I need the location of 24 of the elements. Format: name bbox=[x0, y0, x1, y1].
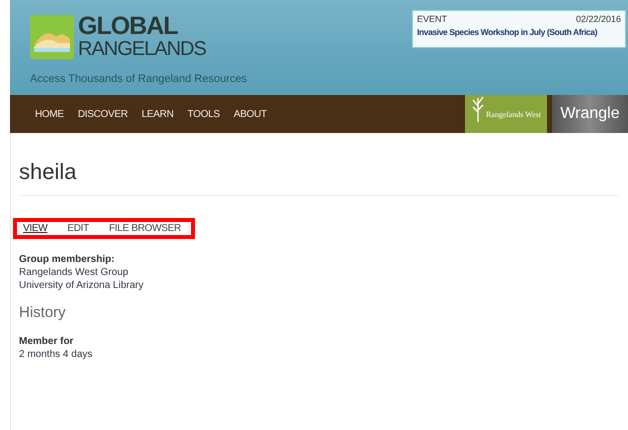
nav-link[interactable]: LEARN bbox=[142, 108, 174, 120]
tab[interactable]: EDIT bbox=[67, 223, 89, 234]
group-name: Rangelands West Group bbox=[19, 266, 130, 279]
tab[interactable]: FILE BROWSER bbox=[108, 223, 181, 234]
group-membership-heading: Group membership: bbox=[19, 253, 116, 266]
nav-link[interactable]: ABOUT bbox=[234, 108, 267, 120]
hills-logo-icon bbox=[30, 14, 74, 58]
member-for-label: Member for bbox=[19, 335, 74, 348]
nav-link[interactable]: TOOLS bbox=[188, 108, 220, 120]
member-for-value: 2 months 4 days bbox=[19, 348, 94, 361]
nav-link[interactable]: DISCOVER bbox=[78, 108, 128, 120]
event-label: EVENT bbox=[417, 14, 448, 24]
event-title: Invasive Species Workshop in July (South Africa) bbox=[417, 27, 598, 37]
wrangle-link[interactable]: Wrangle bbox=[552, 95, 628, 133]
group-name: University of Arizona Library bbox=[19, 279, 144, 292]
event-card[interactable]: EVENT 02/22/2016 Invasive Species Workshop in July (South Africa) bbox=[412, 10, 626, 48]
site-subtitle: RANGELANDS bbox=[78, 39, 206, 59]
nav-link[interactable]: HOME bbox=[35, 108, 64, 120]
site-title: GLOBAL bbox=[78, 14, 179, 39]
site-tagline: Access Thousands of Rangeland Resources bbox=[30, 73, 247, 85]
tab[interactable]: VIEW bbox=[23, 223, 48, 234]
event-date: 02/22/2016 bbox=[576, 14, 621, 24]
page-title: sheila bbox=[19, 133, 618, 196]
history-heading: History bbox=[19, 304, 67, 321]
